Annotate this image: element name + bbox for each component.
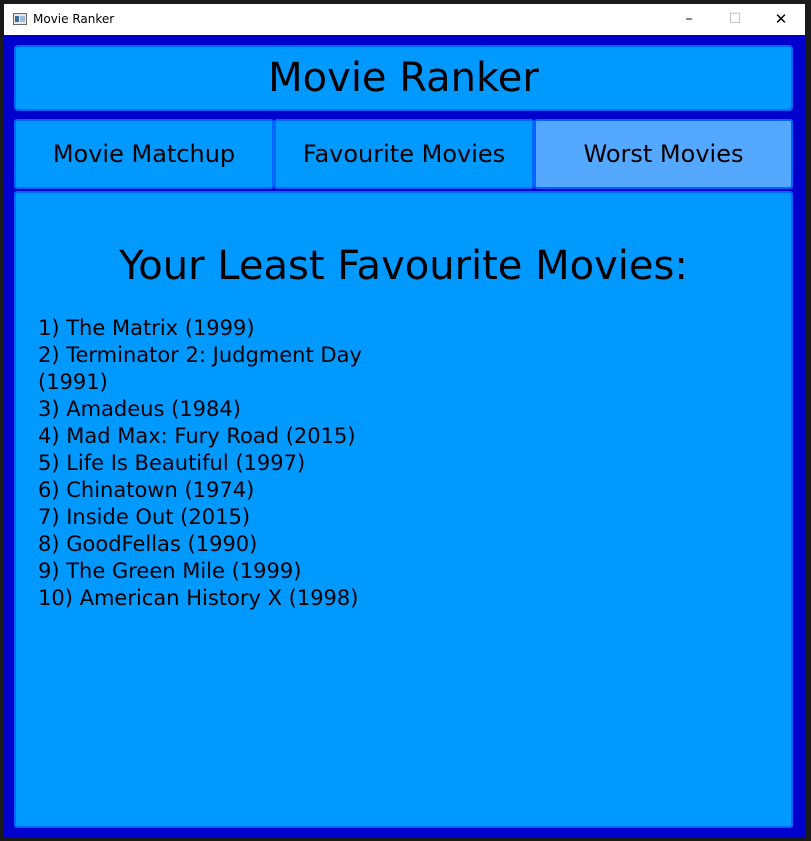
- list-item: 5) Life Is Beautiful (1997): [38, 451, 306, 475]
- title-bar[interactable]: Movie Ranker – ☐ ✕: [4, 4, 805, 35]
- maximize-button[interactable]: ☐: [712, 4, 758, 35]
- close-button[interactable]: ✕: [758, 4, 804, 35]
- list-item: 2) Terminator 2: Judgment Day (1991): [38, 343, 362, 394]
- list-item: 9) The Green Mile (1999): [38, 559, 302, 583]
- minimize-button[interactable]: –: [666, 4, 712, 35]
- tab-favourite-movies[interactable]: Favourite Movies: [274, 119, 534, 189]
- page-title: Your Least Favourite Movies:: [119, 243, 688, 289]
- tab-worst-movies[interactable]: Worst Movies: [534, 119, 793, 189]
- list-item: 4) Mad Max: Fury Road (2015): [38, 424, 356, 448]
- list-item: 1) The Matrix (1999): [38, 316, 255, 340]
- list-item: 10) American History X (1998): [38, 586, 359, 610]
- list-item: 7) Inside Out (2015): [38, 505, 251, 529]
- window-title: Movie Ranker: [33, 12, 115, 26]
- app-header: Movie Ranker: [14, 45, 793, 111]
- app-icon: [13, 13, 27, 25]
- tab-bar: Movie Matchup Favourite Movies Worst Mov…: [14, 119, 793, 189]
- list-item: 6) Chinatown (1974): [38, 478, 255, 502]
- list-item: 8) GoodFellas (1990): [38, 532, 258, 556]
- list-item: 3) Amadeus (1984): [38, 397, 241, 421]
- tab-movie-matchup[interactable]: Movie Matchup: [14, 119, 274, 189]
- movie-list: 1) The Matrix (1999) 2) Terminator 2: Ju…: [38, 315, 368, 612]
- worst-movies-panel: Your Least Favourite Movies: 1) The Matr…: [14, 191, 793, 828]
- app-window: Movie Ranker – ☐ ✕ Movie Ranker Movie Ma…: [4, 4, 805, 838]
- app-title: Movie Ranker: [268, 55, 539, 101]
